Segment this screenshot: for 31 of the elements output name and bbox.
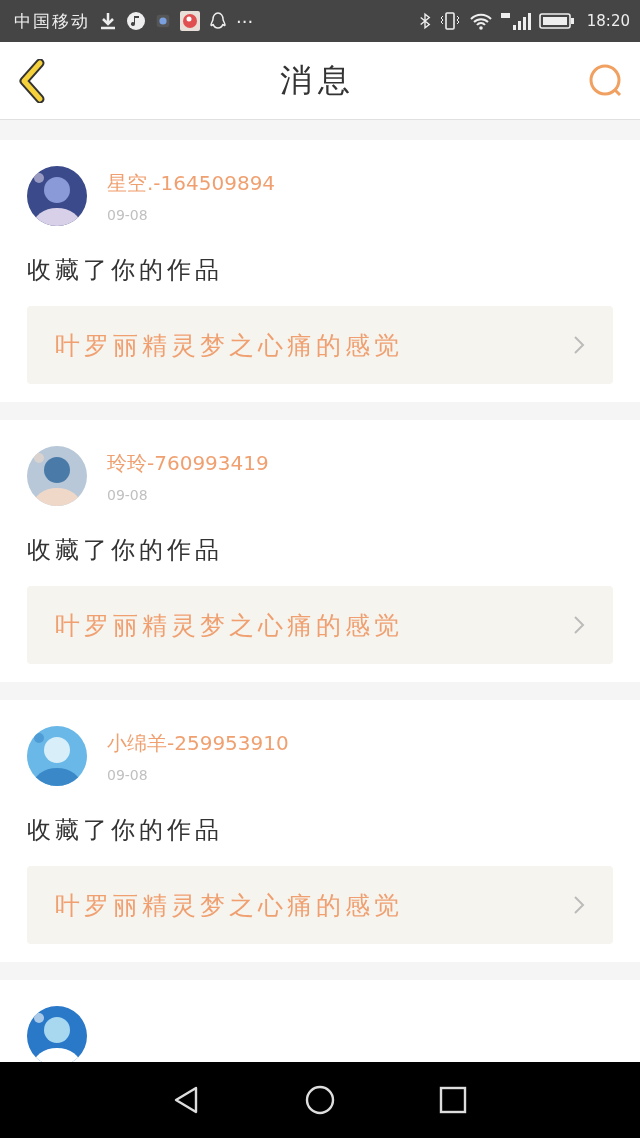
chevron-right-icon [573,615,585,635]
message-date: 09-08 [107,206,149,223]
bluetooth-icon [418,11,431,31]
signal-icon [500,11,531,31]
recents-nav-icon[interactable] [438,1085,469,1115]
app-icon [180,11,200,31]
chevron-right-icon [573,335,585,355]
shield-icon [154,12,172,30]
download-icon [98,11,118,31]
message-text: 收藏了你的作品 [27,255,224,286]
user-name[interactable]: 玲玲-760993419 [107,449,269,477]
clock-time: 18:20 [586,12,630,30]
more-notifications: ··· [236,10,254,32]
page-title: 消息 [280,59,356,101]
message-date: 09-08 [107,766,149,783]
vibrate-icon [438,11,461,31]
work-link[interactable]: 叶罗丽精灵梦之心痛的感觉 [27,866,613,944]
carrier-name: 中国移动 [14,9,90,33]
wifi-icon [468,11,493,31]
penguin-icon [208,11,228,31]
user-name[interactable]: 小绵羊-259953910 [107,729,289,757]
work-link[interactable]: 叶罗丽精灵梦之心痛的感觉 [27,306,613,384]
music-icon [126,11,146,31]
message-text: 收藏了你的作品 [27,815,224,846]
message-text: 收藏了你的作品 [27,535,224,566]
home-nav-icon[interactable] [305,1085,335,1115]
battery-icon [538,12,575,30]
chevron-right-icon [573,895,585,915]
work-link[interactable]: 叶罗丽精灵梦之心痛的感觉 [27,586,613,664]
message-date: 09-08 [107,486,149,503]
user-name[interactable]: 星空.-164509894 [107,169,276,197]
